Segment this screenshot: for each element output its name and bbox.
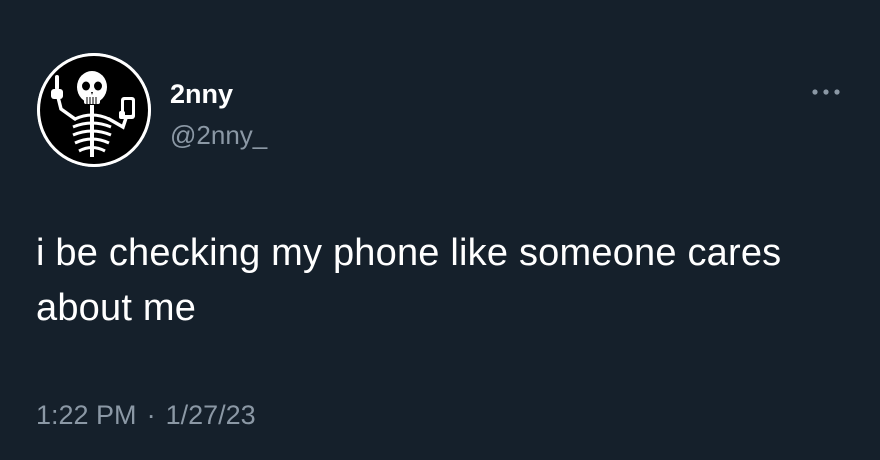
more-options-icon xyxy=(812,89,840,95)
more-options-button[interactable] xyxy=(806,80,846,104)
tweet-timestamp: 1:22 PM · 1/27/23 xyxy=(36,398,256,432)
author-avatar[interactable] xyxy=(37,53,151,167)
tweet-date[interactable]: 1/27/23 xyxy=(166,400,256,430)
author-display-name[interactable]: 2nny xyxy=(170,78,233,110)
skeleton-avatar-icon xyxy=(37,53,151,167)
tweet-time[interactable]: 1:22 PM xyxy=(36,400,137,430)
author-handle[interactable]: @2nny_ xyxy=(170,120,267,150)
timestamp-separator: · xyxy=(146,400,156,430)
tweet-text: i be checking my phone like someone care… xyxy=(36,232,782,329)
tweet-card: 2nny @2nny_ i be checking my phone like … xyxy=(0,0,880,460)
